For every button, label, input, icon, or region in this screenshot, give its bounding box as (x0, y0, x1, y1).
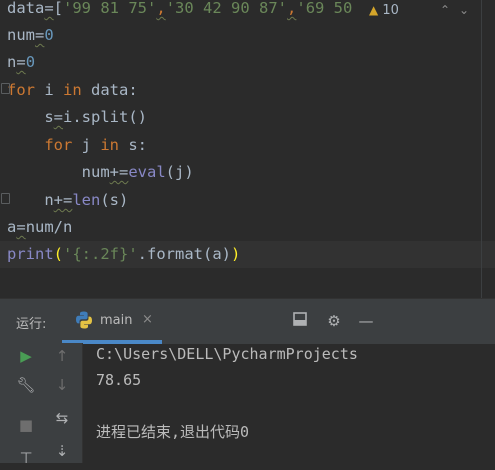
code-token: ( (53, 245, 64, 263)
code-token: '69 50 ' (296, 0, 372, 17)
minimize-icon[interactable]: — (356, 311, 376, 331)
layout-icon[interactable] (290, 311, 310, 331)
code-token: len (72, 191, 101, 209)
code-token: '{:.2f}' (63, 245, 138, 263)
console-output[interactable]: C:\Users\DELL\PycharmProjects 78.65 进程已结… (96, 343, 486, 463)
code-token: 0 (25, 53, 36, 71)
code-token: eval (128, 163, 166, 181)
code-line[interactable]: num=0 (7, 24, 54, 46)
code-line[interactable]: num+=eval(j) (7, 161, 194, 183)
code-token: for (7, 81, 35, 99)
code-token: s: (119, 136, 147, 154)
code-token: s (7, 108, 54, 126)
run-panel-header: 运行: main × ⚙ — (0, 298, 495, 344)
code-token: .format(a) (137, 245, 231, 263)
stop-icon[interactable]: ■ (14, 413, 38, 437)
code-line[interactable]: print('{:.2f}'.format(a)) (7, 243, 240, 265)
right-margin-guide (481, 0, 482, 298)
left-toolbar: ▶ 🔧︎ ■ ⊤ (0, 343, 42, 467)
code-token: , (287, 0, 297, 17)
code-line[interactable]: n+=len(s) (7, 189, 128, 211)
code-token: data (7, 0, 45, 17)
code-token: data: (81, 81, 138, 99)
python-icon (74, 310, 94, 334)
scroll-to-end-icon[interactable]: ⇣ (50, 439, 74, 463)
pin-icon[interactable]: ⊤ (14, 446, 38, 470)
console-line-exit: 进程已结束,退出代码0 (96, 423, 250, 441)
code-token: = (35, 26, 45, 44)
code-line[interactable]: data=['99 81 75','30 42 90 87','69 50 ' (7, 0, 371, 19)
gear-icon[interactable]: ⚙ (324, 311, 344, 331)
code-token: for (44, 136, 73, 154)
console-line-path: C:\Users\DELL\PycharmProjects (96, 345, 358, 363)
code-token: i.split() (63, 108, 148, 126)
run-panel-title: 运行: (16, 317, 47, 332)
arrow-down-icon[interactable]: ↓ (50, 373, 74, 397)
code-editor[interactable]: data=['99 81 75','30 42 90 87','69 50 ' n… (0, 0, 495, 298)
code-token: '30 42 90 87' (165, 0, 288, 17)
arrow-up-icon[interactable]: ↑ (50, 344, 74, 368)
code-token: (s) (100, 191, 129, 209)
code-token: = (16, 53, 26, 71)
right-toolbar: ↑ ↓ ⇆ ⇣ (42, 343, 83, 463)
code-token: ) (231, 245, 241, 263)
inspection-count: 10 (382, 3, 399, 18)
fold-marker[interactable] (1, 83, 10, 94)
soft-wrap-icon[interactable]: ⇆ (50, 406, 74, 430)
code-token: n (7, 53, 17, 71)
chevron-down-icon[interactable]: ⌄ (459, 0, 469, 20)
code-token: num/n (25, 218, 73, 236)
code-token: = (16, 218, 26, 236)
rerun-icon[interactable]: ▶ (14, 344, 38, 368)
code-token: i (35, 81, 63, 99)
code-token: print (7, 245, 54, 263)
code-token: in (100, 136, 119, 154)
code-token: num (7, 163, 110, 181)
warning-triangle-icon: ▲ (369, 3, 379, 17)
code-token: num (7, 26, 35, 44)
code-token: n (7, 191, 54, 209)
code-token: 0 (44, 26, 54, 44)
code-token: = (53, 108, 64, 126)
code-token: [ (53, 0, 64, 17)
code-token: (j) (165, 163, 194, 181)
code-token: = (44, 0, 54, 17)
code-token: j (72, 136, 101, 154)
console-line-result: 78.65 (96, 371, 142, 389)
code-line[interactable]: for i in data: (7, 79, 138, 101)
chevron-up-icon[interactable]: ⌃ (440, 0, 450, 20)
code-line[interactable]: for j in s: (7, 134, 147, 156)
code-token: += (109, 163, 129, 181)
code-token: in (63, 81, 82, 99)
code-line[interactable]: n=0 (7, 51, 35, 73)
code-token: += (53, 191, 73, 209)
fold-marker[interactable] (1, 193, 10, 204)
code-line[interactable]: s=i.split() (7, 106, 147, 128)
code-token: '99 81 75' (63, 0, 157, 17)
run-tab-main[interactable]: main (100, 313, 132, 328)
wrench-icon[interactable]: 🔧︎ (14, 373, 38, 397)
code-token: a (7, 218, 17, 236)
code-line[interactable]: a=num/n (7, 216, 72, 238)
inspection-widget[interactable]: ▲ 10 (365, 0, 399, 20)
code-token: , (156, 0, 166, 17)
close-icon[interactable]: × (142, 312, 153, 327)
run-panel: 运行: main × ⚙ — ▶ 🔧︎ ■ ⊤ ↑ ↓ ⇆ ⇣ C:\Users… (0, 298, 495, 467)
